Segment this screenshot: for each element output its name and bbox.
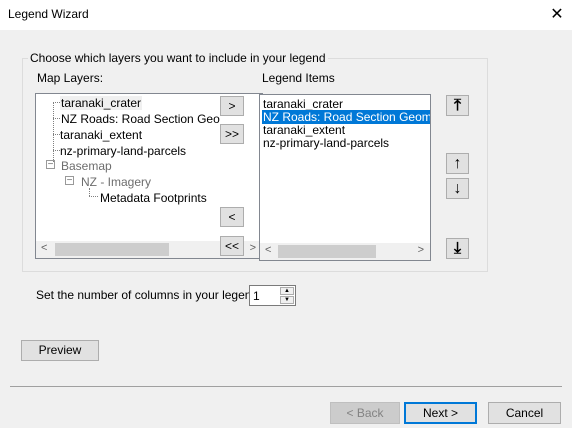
horizontal-scrollbar[interactable]: < > — [260, 243, 430, 260]
remove-button[interactable]: < — [220, 207, 244, 227]
scroll-right-icon[interactable]: > — [418, 244, 424, 256]
preview-button[interactable]: Preview — [21, 340, 99, 361]
scroll-thumb[interactable] — [278, 245, 376, 258]
tree-item[interactable]: taranaki_crater — [60, 96, 143, 110]
next-button[interactable]: Next > — [404, 402, 477, 424]
move-bottom-button[interactable]: ⤓ — [446, 238, 469, 259]
move-top-icon: ⤒ — [453, 97, 462, 114]
close-icon[interactable]: ✕ — [546, 4, 568, 26]
move-bottom-icon: ⤓ — [453, 240, 462, 257]
tree-item[interactable]: Basemap — [61, 159, 112, 173]
map-layers-tree[interactable]: taranaki_crater NZ Roads: Road Section G… — [35, 93, 263, 259]
move-up-button[interactable]: ↑ — [446, 153, 469, 174]
columns-spinbox[interactable]: 1 ▲ ▼ — [249, 285, 296, 306]
window-title: Legend Wizard — [8, 7, 89, 21]
add-all-button[interactable]: >> — [220, 124, 244, 144]
spin-up-icon[interactable]: ▲ — [280, 287, 294, 295]
arrow-up-icon: ↑ — [453, 155, 462, 172]
tree-item[interactable]: Metadata Footprints — [100, 191, 207, 205]
move-down-button[interactable]: ↓ — [446, 178, 469, 199]
columns-value[interactable]: 1 — [253, 289, 260, 303]
arrow-down-icon: ↓ — [453, 180, 462, 197]
legend-items-list[interactable]: taranaki_crater NZ Roads: Road Section G… — [259, 94, 431, 261]
tree-item[interactable]: NZ - Imagery — [81, 175, 151, 189]
scroll-left-icon[interactable]: < — [41, 242, 47, 254]
collapse-icon[interactable]: − — [65, 176, 74, 186]
group-label: Choose which layers you want to include … — [28, 51, 328, 65]
back-button[interactable]: < Back — [330, 402, 400, 424]
scroll-right-icon[interactable]: > — [250, 242, 256, 254]
list-item[interactable]: taranaki_extent — [263, 123, 345, 137]
columns-label: Set the number of columns in your legend… — [36, 288, 262, 302]
tree-item[interactable]: taranaki_extent — [60, 128, 142, 142]
move-top-button[interactable]: ⤒ — [446, 95, 469, 116]
legend-items-label: Legend Items — [262, 71, 335, 85]
list-item-selected[interactable]: NZ Roads: Road Section Geometry — [262, 110, 430, 124]
cancel-button[interactable]: Cancel — [488, 402, 561, 424]
spin-down-icon[interactable]: ▼ — [280, 296, 294, 304]
list-item[interactable]: nz-primary-land-parcels — [263, 136, 389, 150]
tree-item[interactable]: nz-primary-land-parcels — [60, 144, 186, 158]
map-layers-label: Map Layers: — [37, 71, 104, 85]
remove-all-button[interactable]: << — [220, 236, 244, 256]
scroll-left-icon[interactable]: < — [265, 244, 271, 256]
collapse-icon[interactable]: − — [46, 160, 55, 170]
separator — [10, 386, 562, 387]
add-button[interactable]: > — [220, 96, 244, 116]
list-item[interactable]: taranaki_crater — [263, 97, 343, 111]
tree-item[interactable]: NZ Roads: Road Section Geo — [61, 112, 220, 126]
scroll-thumb[interactable] — [55, 243, 169, 256]
